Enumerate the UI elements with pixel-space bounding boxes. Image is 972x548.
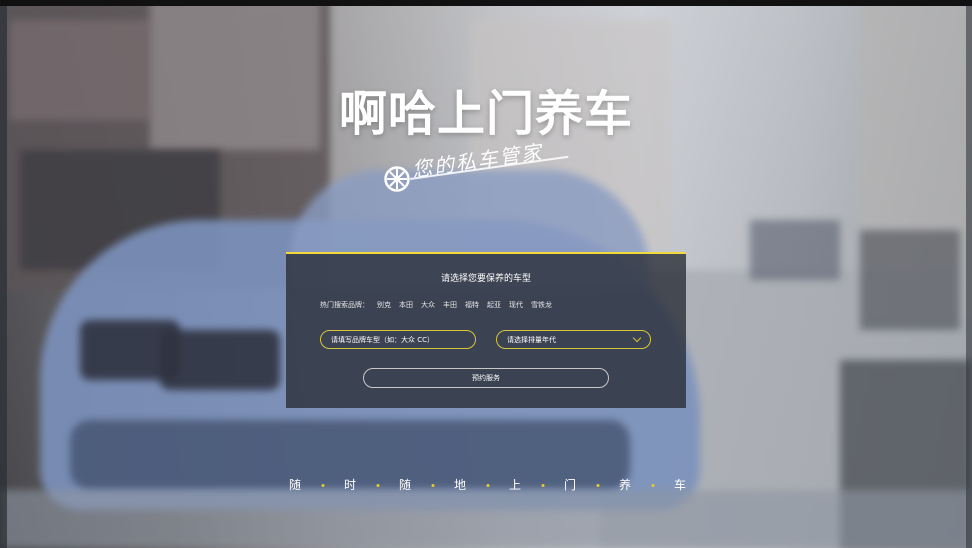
tagline-char: 养 (618, 478, 632, 492)
booking-panel: 请选择您要保养的车型 热门搜索品牌： 别克 本田 大众 丰田 福特 起亚 现代 … (286, 252, 686, 408)
tagline-dot (321, 484, 324, 487)
brand-link[interactable]: 本田 (399, 300, 413, 312)
panel-heading: 请选择您要保养的车型 (440, 274, 531, 284)
tagline-char: 随 (288, 478, 302, 492)
brand-link[interactable]: 别克 (377, 300, 391, 312)
tagline-char: 地 (453, 478, 467, 492)
tagline-dot (651, 484, 654, 487)
page-title: 啊哈上门养车 (338, 86, 633, 142)
top-bar (0, 0, 972, 6)
car-model-placeholder: 请填写品牌车型（如：大众 CC） (331, 335, 435, 344)
brand-link[interactable]: 大众 (421, 300, 435, 312)
chevron-down-icon (632, 333, 642, 343)
slogan-block: 您的私车管家 (380, 140, 580, 198)
brand-link[interactable]: 起亚 (487, 300, 501, 312)
tagline-char: 门 (563, 478, 577, 492)
tagline-dot (431, 484, 434, 487)
tagline-dot (486, 484, 489, 487)
tagline-dot (376, 484, 379, 487)
wheel-icon (384, 166, 410, 192)
brand-link[interactable]: 现代 (509, 300, 523, 312)
tagline-dot (541, 484, 544, 487)
car-model-input[interactable]: 请填写品牌车型（如：大众 CC） (320, 330, 476, 349)
tagline-char: 时 (343, 478, 357, 492)
hot-brands-label: 热门搜索品牌： (320, 301, 369, 309)
tagline-char: 上 (508, 478, 522, 492)
brand-link[interactable]: 雪铁龙 (531, 300, 552, 312)
brand-link[interactable]: 福特 (465, 300, 479, 312)
year-select-value: 请选择排量年代 (507, 335, 556, 344)
book-service-button[interactable]: 预约服务 (363, 368, 609, 388)
tagline-char: 车 (673, 478, 687, 492)
year-select[interactable]: 请选择排量年代 (496, 330, 651, 349)
hot-brands-list: 热门搜索品牌： 别克 本田 大众 丰田 福特 起亚 现代 雪铁龙 (320, 300, 552, 312)
tagline-dot (596, 484, 599, 487)
brand-link[interactable]: 丰田 (443, 300, 457, 312)
tagline-char: 随 (398, 478, 412, 492)
tagline: 随时随地上门养车 (0, 476, 972, 494)
